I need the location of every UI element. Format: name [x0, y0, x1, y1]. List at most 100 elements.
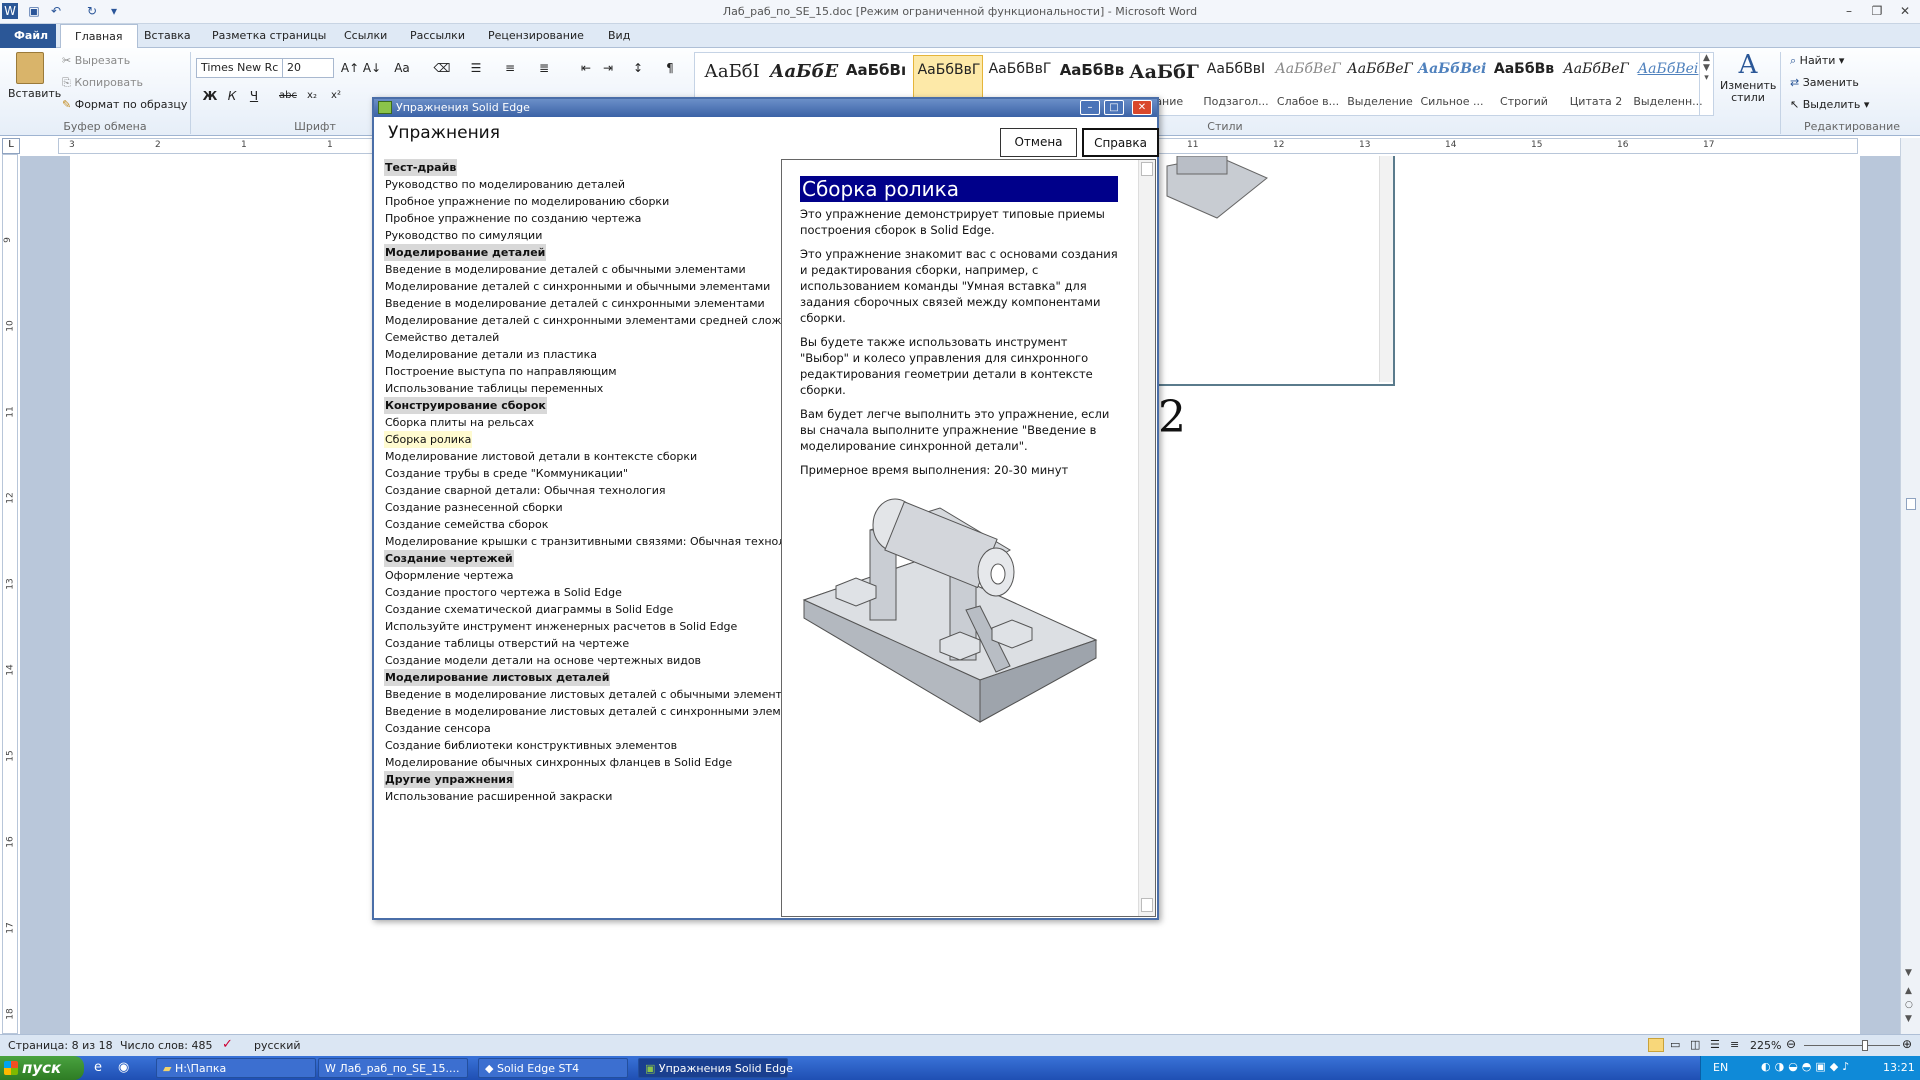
tutorial-item[interactable]: Оформление чертежа	[384, 567, 515, 584]
tutorial-item[interactable]: Создание простого чертежа в Solid Edge	[384, 584, 623, 601]
style-item[interactable]: АаБбВеі Сильное ...	[1417, 55, 1487, 113]
increase-indent-icon[interactable]: ⇥	[598, 58, 618, 78]
tutorial-item[interactable]: Моделирование листовой детали в контекст…	[384, 448, 698, 465]
tutorial-item[interactable]: Введение в моделирование листовых детале…	[384, 686, 805, 703]
tutorial-item[interactable]: Введение в моделирование деталей с синхр…	[384, 295, 766, 312]
zoom-level[interactable]: 225%	[1750, 1039, 1781, 1052]
input-language[interactable]: EN	[1713, 1061, 1728, 1074]
style-item[interactable]: АаБбВеГ Цитата 2	[1561, 55, 1631, 113]
grow-font-icon[interactable]: A↑	[340, 58, 360, 78]
close-icon[interactable]: ✕	[1894, 2, 1916, 20]
tutorial-item[interactable]: Руководство по моделированию деталей	[384, 176, 626, 193]
dialog-maximize-icon[interactable]: □	[1104, 100, 1124, 115]
font-name-combo[interactable]: Times New Rc	[196, 58, 284, 78]
style-item[interactable]: АаБбВеГ Выделение	[1345, 55, 1415, 113]
task-tutorials[interactable]: ▣ Упражнения Solid Edge	[638, 1058, 793, 1078]
tutorial-item[interactable]: Моделирование крышки с транзитивными свя…	[384, 533, 813, 550]
tutorial-item[interactable]: Использование расширенной закраски	[384, 788, 613, 805]
quick-launch-icon[interactable]: ◉	[118, 1060, 129, 1075]
tutorial-item[interactable]: Введение в моделирование деталей с обычн…	[384, 261, 747, 278]
tutorial-item[interactable]: Создание разнесенной сборки	[384, 499, 564, 516]
change-styles-button[interactable]: A Изменить стили	[1720, 50, 1776, 104]
language-indicator[interactable]: русский	[254, 1039, 301, 1052]
tab-mailings[interactable]: Рассылки	[396, 24, 479, 48]
page-count[interactable]: Страница: 8 из 18	[8, 1039, 113, 1052]
tab-file[interactable]: Файл	[0, 24, 56, 48]
tutorial-item[interactable]: Введение в моделирование листовых детале…	[384, 703, 824, 720]
document-vertical-scrollbar[interactable]: ▼ ▲ ○ ▼	[1900, 138, 1920, 1034]
vertical-ruler[interactable]: 9 10 11 12 13 14 15 16 17 18	[2, 154, 18, 1034]
paste-button[interactable]: Вставить	[8, 52, 61, 100]
minimize-icon[interactable]: –	[1838, 2, 1860, 20]
tab-references[interactable]: Ссылки	[330, 24, 401, 48]
ie-icon[interactable]: e	[94, 1060, 102, 1075]
save-icon[interactable]: ▣	[26, 3, 42, 19]
tutorial-item[interactable]: Пробное упражнение по созданию чертежа	[384, 210, 642, 227]
style-item[interactable]: АаБбВеі Выделенн...	[1633, 55, 1703, 113]
print-layout-icon[interactable]	[1648, 1038, 1664, 1052]
zoom-out-icon[interactable]: ⊖	[1786, 1037, 1796, 1051]
help-button[interactable]: Справка	[1082, 128, 1159, 157]
word-app-icon[interactable]: W	[2, 3, 18, 19]
tab-review[interactable]: Рецензирование	[474, 24, 598, 48]
bullets-icon[interactable]: ☰	[466, 58, 486, 78]
subscript-button[interactable]: x₂	[302, 86, 322, 106]
zoom-slider[interactable]	[1804, 1045, 1900, 1046]
dialog-close-icon[interactable]: ✕	[1132, 100, 1152, 115]
start-button[interactable]: пуск	[0, 1056, 84, 1080]
tutorial-item[interactable]: Создание сенсора	[384, 720, 492, 737]
cut-button[interactable]: ✂ Вырезать	[62, 54, 130, 67]
tutorial-item[interactable]: Моделирование деталей с синхронными и об…	[384, 278, 771, 295]
tray-icons[interactable]: ◐◑◒◓▣◆♪	[1761, 1060, 1853, 1073]
embedded-picture-frame[interactable]	[1155, 156, 1395, 386]
cancel-button[interactable]: Отмена	[1000, 128, 1077, 157]
format-painter-button[interactable]: ✎ Формат по образцу	[62, 98, 187, 111]
style-item[interactable]: АаБбВв Строгий	[1489, 55, 1559, 113]
tutorial-item-selected[interactable]: Сборка ролика	[384, 431, 473, 448]
frame-scrollbar[interactable]	[1379, 156, 1393, 382]
replace-button[interactable]: ⇄ Заменить	[1790, 76, 1859, 89]
tab-home[interactable]: Главная	[60, 24, 138, 48]
zoom-slider-thumb[interactable]	[1862, 1040, 1868, 1051]
numbering-icon[interactable]: ≡	[500, 58, 520, 78]
task-solid-edge[interactable]: ◆ Solid Edge ST4	[478, 1058, 628, 1078]
word-count[interactable]: Число слов: 485	[120, 1039, 213, 1052]
scroll-down-button[interactable]	[1141, 898, 1153, 912]
prev-page-icon[interactable]: ▲	[1905, 986, 1912, 996]
bold-button[interactable]: Ж	[200, 86, 220, 106]
proofing-icon[interactable]: ✓	[222, 1037, 233, 1052]
multilevel-list-icon[interactable]: ≣	[534, 58, 554, 78]
tutorial-item[interactable]: Используйте инструмент инженерных расчет…	[384, 618, 738, 635]
tab-page-layout[interactable]: Разметка страницы	[198, 24, 340, 48]
tutorial-item[interactable]: Построение выступа по направляющим	[384, 363, 618, 380]
tutorial-item[interactable]: Сборка плиты на рельсах	[384, 414, 535, 431]
tutorial-item[interactable]: Моделирование обычных синхронных фланцев…	[384, 754, 733, 771]
browse-object-icon[interactable]: ○	[1905, 1000, 1913, 1010]
tutorial-item[interactable]: Моделирование деталей с синхронными элем…	[384, 312, 816, 329]
scroll-thumb[interactable]	[1906, 498, 1916, 510]
tab-insert[interactable]: Вставка	[130, 24, 205, 48]
full-screen-reading-icon[interactable]: ▭	[1670, 1038, 1680, 1051]
select-button[interactable]: ↖ Выделить ▾	[1790, 98, 1869, 111]
copy-button[interactable]: ⎘ Копировать	[62, 76, 143, 90]
restore-icon[interactable]: ❐	[1866, 2, 1888, 20]
redo-icon[interactable]: ↻	[84, 3, 100, 19]
strikethrough-button[interactable]: abc	[278, 86, 298, 106]
tutorial-item[interactable]: Создание схематической диаграммы в Solid…	[384, 601, 674, 618]
tab-view[interactable]: Вид	[594, 24, 644, 48]
tab-stop-selector[interactable]: L	[2, 138, 20, 154]
tutorial-item[interactable]: Создание модели детали на основе чертежн…	[384, 652, 702, 669]
zoom-in-icon[interactable]: ⊕	[1902, 1037, 1912, 1051]
tutorial-item[interactable]: Использование таблицы переменных	[384, 380, 604, 397]
style-item[interactable]: АаБбВеГ Слабое в...	[1273, 55, 1343, 113]
font-size-combo[interactable]: 20	[282, 58, 334, 78]
find-button[interactable]: ⌕ Найти ▾	[1790, 54, 1844, 68]
style-item[interactable]: АаБбВвІ Подзагол...	[1201, 55, 1271, 113]
underline-button[interactable]: Ч	[244, 86, 264, 106]
clear-format-icon[interactable]: ⌫	[432, 58, 452, 78]
scroll-up-button[interactable]	[1141, 162, 1153, 176]
styles-scroll[interactable]: ▲ ▼ ▾	[1699, 53, 1713, 115]
detail-scrollbar[interactable]	[1138, 160, 1155, 916]
dialog-minimize-icon[interactable]: –	[1080, 100, 1100, 115]
tutorial-item[interactable]: Пробное упражнение по моделированию сбор…	[384, 193, 670, 210]
